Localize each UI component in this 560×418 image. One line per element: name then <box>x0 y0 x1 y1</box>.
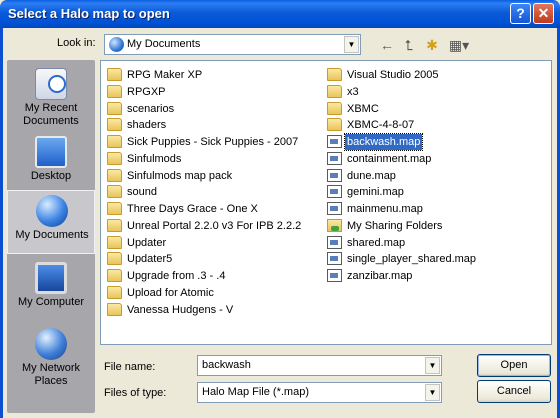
file-name: single_player_shared.map <box>347 253 477 265</box>
place-my-documents[interactable]: My Documents <box>7 190 95 254</box>
help-icon: ? <box>516 5 525 21</box>
cancel-button[interactable]: Cancel <box>477 380 551 403</box>
place-label: My Network Places <box>21 362 81 387</box>
window-frame-left <box>0 28 3 418</box>
chevron-down-icon[interactable]: ▼ <box>425 384 440 401</box>
file-name-value: backwash <box>202 359 251 371</box>
folder-icon <box>107 85 122 98</box>
file-type-value: Halo Map File (*.map) <box>202 386 309 398</box>
file-name: Vanessa Hudgens - V <box>127 304 234 316</box>
folder-icon <box>107 202 122 215</box>
up-one-level-icon[interactable]: ⮤ <box>400 37 418 53</box>
file-name: Updater <box>127 237 167 249</box>
file-name: gemini.map <box>347 186 404 198</box>
folder-icon <box>107 236 122 249</box>
file-name: Sick Puppies - Sick Puppies - 2007 <box>127 136 299 148</box>
map-file-icon <box>327 236 342 249</box>
file-name: Updater5 <box>127 253 173 265</box>
my-computer-icon <box>35 262 67 294</box>
back-arrow-icon[interactable]: ← <box>378 37 396 53</box>
folder-icon <box>107 102 122 115</box>
folder-icon <box>107 219 122 232</box>
file-list[interactable]: RPG Maker XP RPGXP scenarios shaders Sic… <box>100 60 552 345</box>
look-in-value: My Documents <box>127 38 201 50</box>
folder-icon <box>107 152 122 165</box>
file-name: RPGXP <box>127 86 166 98</box>
desktop-icon <box>35 136 67 168</box>
close-icon: ✕ <box>537 5 550 21</box>
file-name: x3 <box>347 86 359 98</box>
file-name-label: File name: <box>104 361 156 373</box>
window-title: Select a Halo map to open <box>8 6 170 21</box>
place-recent-documents[interactable]: My Recent Documents <box>7 64 95 136</box>
folder-icon <box>327 85 342 98</box>
place-network-places[interactable]: My Network Places <box>7 324 95 396</box>
chevron-down-icon[interactable]: ▼ <box>425 357 440 374</box>
recent-documents-icon <box>35 68 67 100</box>
file-name: XBMC <box>347 103 379 115</box>
file-name: dune.map <box>347 170 396 182</box>
file-name: XBMC-4-8-07 <box>347 119 415 131</box>
map-file-icon <box>327 269 342 282</box>
folder-icon <box>327 102 342 115</box>
file-name: Upgrade from .3 - .4 <box>127 270 226 282</box>
folder-icon <box>327 68 342 81</box>
map-file-icon <box>327 202 342 215</box>
folder-icon <box>107 135 122 148</box>
folder-icon <box>107 303 122 316</box>
views-menu-icon[interactable]: ▦▾ <box>446 37 472 53</box>
map-file-icon <box>327 185 342 198</box>
file-name: Sinfulmods map pack <box>127 170 233 182</box>
new-folder-icon[interactable]: ✱ <box>423 37 441 53</box>
folder-icon <box>107 68 122 81</box>
file-name: mainmenu.map <box>347 203 423 215</box>
shared-folder-icon <box>327 219 342 232</box>
map-file-icon <box>327 252 342 265</box>
file-name: Sinfulmods <box>127 153 182 165</box>
look-in-dropdown[interactable]: My Documents ▼ <box>104 34 361 55</box>
file-name: Unreal Portal 2.2.0 v3 For IPB 2.2.2 <box>127 220 302 232</box>
place-label: My Documents <box>15 229 89 241</box>
place-label: My Computer <box>17 296 85 308</box>
folder-icon <box>107 185 122 198</box>
file-name: My Sharing Folders <box>347 220 443 232</box>
network-places-icon <box>35 328 67 360</box>
file-type-select[interactable]: Halo Map File (*.map) ▼ <box>197 382 442 403</box>
file-name: shared.map <box>347 237 406 249</box>
look-in-label: Look in: <box>57 37 96 49</box>
help-button[interactable]: ? <box>510 3 531 24</box>
my-documents-globe-icon <box>109 37 124 52</box>
folder-icon <box>107 169 122 182</box>
chevron-down-icon[interactable]: ▼ <box>344 36 359 53</box>
file-name: Upload for Atomic <box>127 287 214 299</box>
place-my-computer[interactable]: My Computer <box>7 258 95 330</box>
close-button[interactable]: ✕ <box>533 3 554 24</box>
file-name: sound <box>127 186 157 198</box>
my-documents-icon <box>36 195 68 227</box>
file-name: containment.map <box>347 153 432 165</box>
map-file-icon <box>327 169 342 182</box>
file-name: scenarios <box>127 103 175 115</box>
folder-icon <box>327 118 342 131</box>
folder-icon <box>107 118 122 131</box>
folder-icon <box>107 286 122 299</box>
file-name: zanzibar.map <box>347 270 413 282</box>
file-name: Three Days Grace - One X <box>127 203 258 215</box>
folder-icon <box>107 252 122 265</box>
file-name: shaders <box>127 119 167 131</box>
folder-icon <box>107 269 122 282</box>
open-button[interactable]: Open <box>477 354 551 377</box>
place-label: My Recent Documents <box>23 102 79 127</box>
file-name: RPG Maker XP <box>127 69 203 81</box>
place-label: Desktop <box>30 170 72 182</box>
file-name: Visual Studio 2005 <box>347 69 439 81</box>
places-bar: My Recent Documents Desktop My Documents… <box>7 60 95 413</box>
title-bar[interactable]: Select a Halo map to open ? ✕ <box>0 0 560 28</box>
file-name: backwash.map <box>343 133 424 151</box>
map-file-icon <box>327 152 342 165</box>
file-type-label: Files of type: <box>104 387 167 399</box>
map-file-icon <box>327 135 342 148</box>
file-name-input[interactable]: backwash ▼ <box>197 355 442 376</box>
